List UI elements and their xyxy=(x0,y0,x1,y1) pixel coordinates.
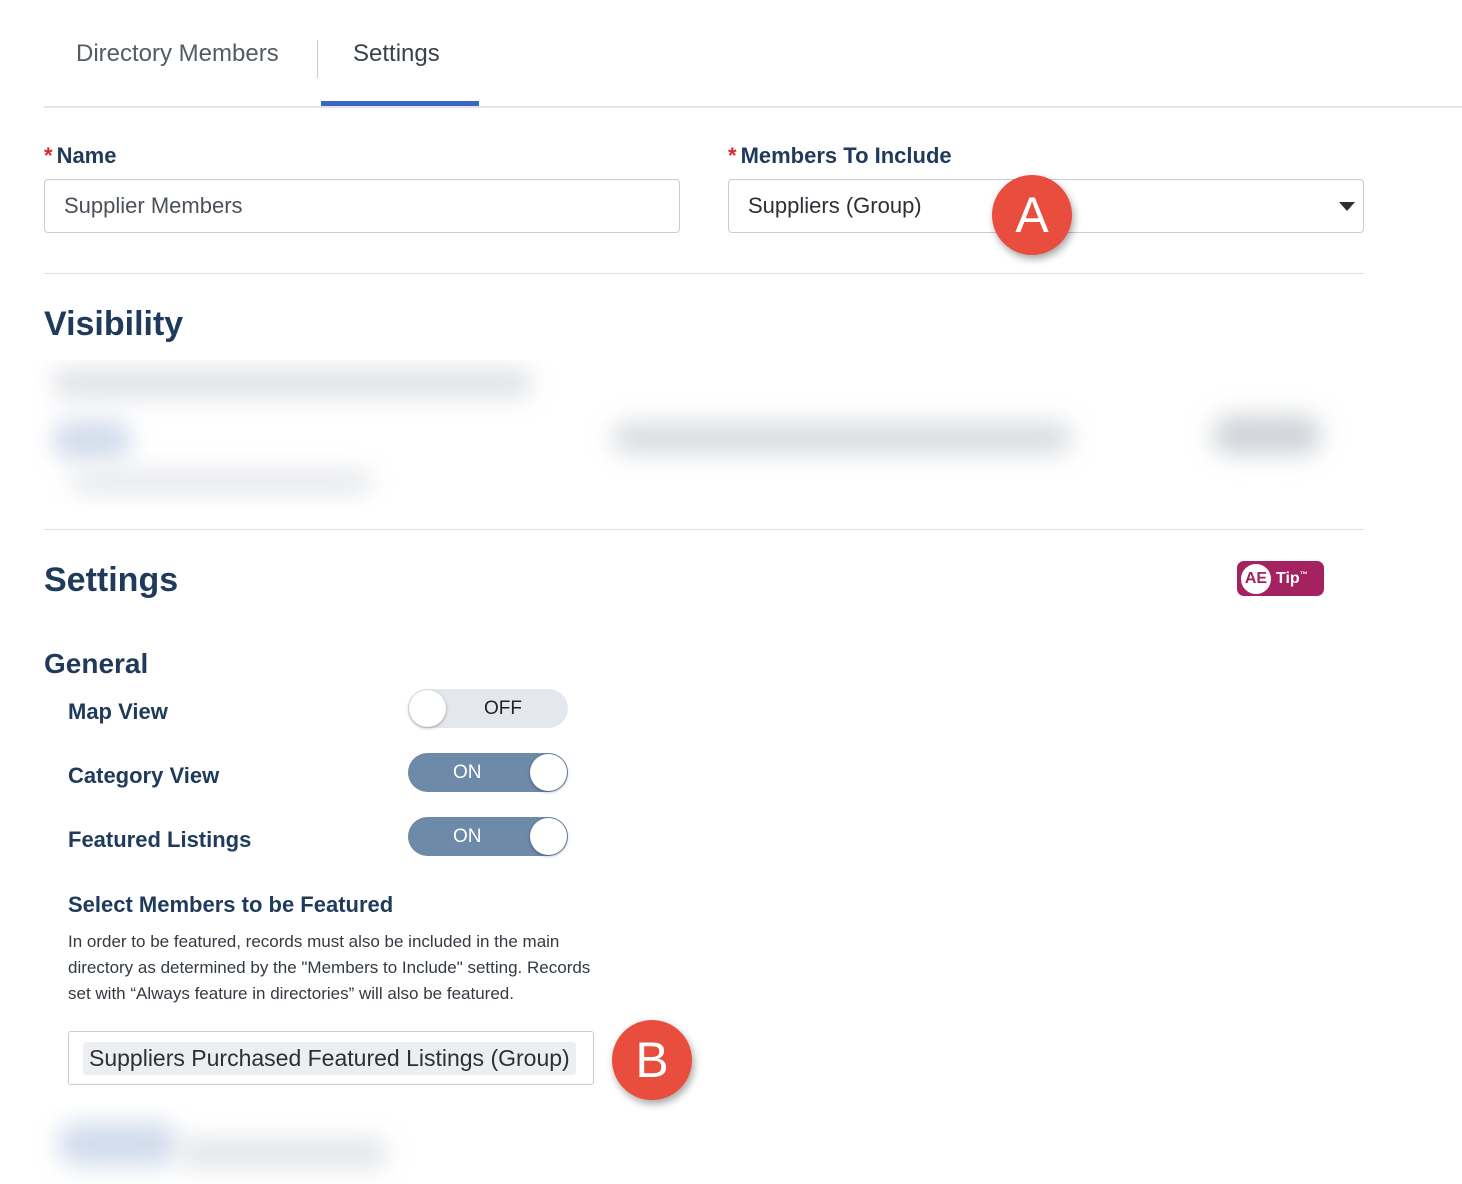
name-label-text: Name xyxy=(56,143,117,168)
map-view-toggle[interactable]: OFF xyxy=(408,689,568,728)
toggle-state-text: OFF xyxy=(484,698,522,719)
divider xyxy=(44,529,1364,530)
featured-members-input[interactable]: Suppliers Purchased Featured Listings (G… xyxy=(68,1031,594,1085)
annotation-marker-a: A xyxy=(992,175,1072,255)
featured-listings-label: Featured Listings xyxy=(68,827,252,852)
toggle-knob xyxy=(530,754,567,791)
ae-tip-trademark: ™ xyxy=(1299,569,1308,579)
featured-listings-toggle[interactable]: ON xyxy=(408,817,568,856)
map-view-label: Map View xyxy=(68,699,168,724)
selected-group-tag[interactable]: Suppliers Purchased Featured Listings (G… xyxy=(83,1041,576,1075)
settings-heading: Settings xyxy=(44,561,179,599)
name-input[interactable]: Supplier Members xyxy=(44,179,680,233)
members-label-text: Members To Include xyxy=(740,143,952,168)
members-to-include-label: * Members To Include xyxy=(728,143,952,169)
general-heading: General xyxy=(44,648,149,679)
name-input-value: Supplier Members xyxy=(64,193,243,218)
name-label: * Name xyxy=(44,143,116,169)
visibility-heading: Visibility xyxy=(44,305,184,343)
toggle-knob xyxy=(530,818,567,855)
annotation-marker-b: B xyxy=(612,1020,692,1100)
category-view-label: Category View xyxy=(68,763,220,788)
blurred-visibility-content xyxy=(32,360,1372,505)
toggle-state-text: ON xyxy=(453,826,482,847)
chevron-down-icon xyxy=(1339,202,1355,211)
tab-bar: Directory Members Settings xyxy=(44,0,1462,108)
ae-tip-badge[interactable]: AE Tip™ xyxy=(1237,561,1324,596)
tab-divider xyxy=(317,40,318,78)
featured-members-help-text: In order to be featured, records must al… xyxy=(68,932,591,1003)
ae-tip-icon: AE xyxy=(1241,563,1271,594)
tab-directory-members[interactable]: Directory Members xyxy=(76,40,279,68)
ae-tip-text: Tip xyxy=(1276,569,1300,587)
divider xyxy=(44,273,1364,274)
blurred-bottom-content xyxy=(38,1108,418,1184)
tab-settings[interactable]: Settings xyxy=(353,40,440,68)
toggle-knob xyxy=(409,690,446,727)
featured-members-title: Select Members to be Featured xyxy=(68,892,394,917)
toggle-state-text: ON xyxy=(453,762,482,783)
category-view-toggle[interactable]: ON xyxy=(408,753,568,792)
ae-tip-label: Tip™ xyxy=(1276,570,1308,588)
required-mark: * xyxy=(44,143,53,168)
required-mark: * xyxy=(728,143,737,168)
members-select-value: Suppliers (Group) xyxy=(748,193,922,218)
active-tab-indicator xyxy=(321,101,479,106)
